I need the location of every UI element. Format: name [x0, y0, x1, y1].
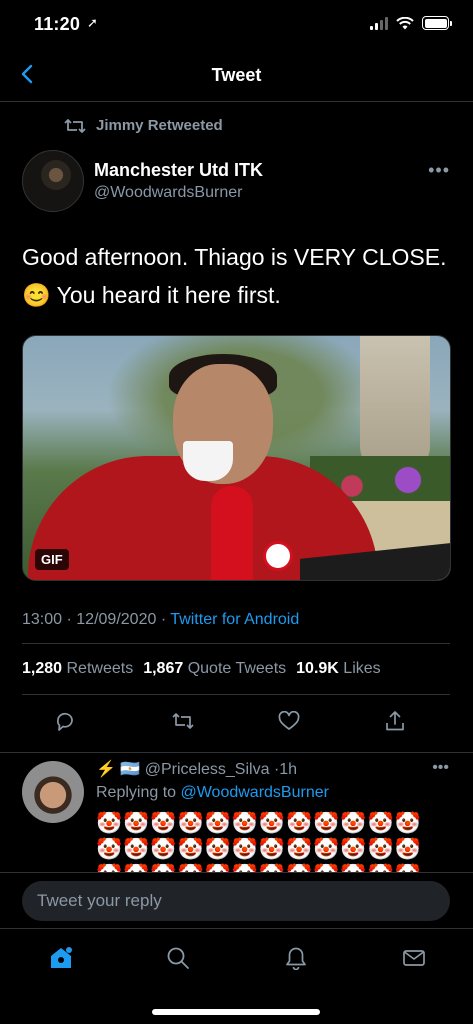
media-cup: [183, 441, 233, 481]
tweet-media-gif[interactable]: GIF: [22, 335, 451, 581]
likes-count: 10.9K: [296, 660, 339, 677]
reply-icon: [57, 712, 73, 731]
status-indicators: [370, 16, 452, 30]
tab-home[interactable]: [46, 943, 76, 973]
home-icon: [51, 947, 72, 968]
tweet-actions: [22, 706, 450, 736]
more-options-icon[interactable]: •••: [432, 759, 449, 777]
signal-icon: [370, 16, 388, 30]
page-title: Tweet: [211, 65, 262, 85]
lightning-icon: ⚡: [96, 761, 116, 778]
tweet-author: Manchester Utd ITK @WoodwardsBurner •••: [22, 150, 452, 214]
location-icon: ➚: [87, 15, 98, 30]
quotes-count: 1,867: [143, 660, 184, 677]
replying-to-handle[interactable]: @WoodwardsBurner: [181, 784, 329, 801]
author-handle[interactable]: @WoodwardsBurner: [94, 184, 242, 202]
author-name[interactable]: Manchester Utd ITK: [94, 160, 263, 181]
divider: [22, 643, 450, 644]
home-indicator: [152, 1009, 320, 1015]
tweet-text: Good afternoon. Thiago is VERY CLOSE. 😊 …: [22, 244, 447, 308]
author-avatar[interactable]: [22, 150, 84, 212]
reply-text: 🤡🤡🤡🤡🤡🤡🤡🤡🤡🤡🤡🤡🤡🤡🤡🤡🤡🤡🤡🤡🤡🤡🤡🤡🤡🤡🤡🤡🤡🤡🤡🤡🤡🤡🤡🤡🤡: [96, 812, 422, 872]
messages-icon: [403, 950, 425, 966]
retweeted-by-label: Jimmy Retweeted: [96, 117, 223, 134]
retweets-stat[interactable]: 1,280 Retweets: [22, 660, 133, 678]
tweet-stats: 1,280 Retweets 1,867 Quote Tweets 10.9K …: [22, 660, 381, 678]
search-icon: [167, 947, 189, 969]
tweet-source-link[interactable]: Twitter for Android: [170, 611, 299, 628]
quotes-stat[interactable]: 1,867 Quote Tweets: [143, 660, 286, 678]
reply-header: ⚡ 🇦🇷 @Priceless_Silva ·1h: [96, 759, 297, 779]
quotes-label: Quote Tweets: [187, 660, 287, 677]
flag-icon: 🇦🇷: [120, 761, 141, 778]
reply-handle[interactable]: @Priceless_Silva: [145, 761, 270, 778]
tab-messages[interactable]: [399, 943, 429, 973]
retweets-label: Retweets: [66, 660, 134, 677]
status-time: 11:20: [34, 14, 81, 34]
like-button[interactable]: [274, 706, 304, 736]
retweeted-by[interactable]: Jimmy Retweeted: [64, 117, 223, 134]
status-bar: 11:20 ➚: [0, 0, 473, 50]
nav-bar: Tweet: [0, 50, 473, 102]
tweet-time: 13:00: [22, 611, 63, 628]
media-crest: [263, 541, 293, 571]
tweet-meta: 13:00 · 12/09/2020 · Twitter for Android: [22, 611, 299, 629]
share-icon: [386, 711, 404, 731]
reply-tweet[interactable]: ⚡ 🇦🇷 @Priceless_Silva ·1h ••• Replying t…: [0, 752, 473, 872]
reply-avatar[interactable]: [22, 761, 84, 823]
gif-badge: GIF: [35, 549, 69, 570]
divider: [22, 694, 450, 695]
reply-button[interactable]: [50, 706, 80, 736]
replying-to-label: Replying to: [96, 784, 177, 801]
likes-label: Likes: [343, 660, 381, 677]
notifications-icon: [286, 947, 306, 970]
retweets-count: 1,280: [22, 660, 63, 677]
reply-composer: [0, 872, 473, 928]
tab-bar: [0, 928, 473, 1024]
media-building: [360, 336, 430, 476]
retweet-button[interactable]: [168, 706, 198, 736]
meta-separator: ·: [66, 611, 77, 628]
wifi-icon: [396, 16, 414, 29]
retweet-icon: [172, 713, 194, 729]
tab-search[interactable]: [163, 943, 193, 973]
retweet-icon: [64, 118, 86, 133]
battery-icon: [422, 16, 452, 30]
more-options-icon[interactable]: •••: [428, 160, 450, 181]
share-button[interactable]: [380, 706, 410, 736]
likes-stat[interactable]: 10.9K Likes: [296, 660, 381, 678]
reply-input[interactable]: [22, 881, 450, 921]
meta-separator: ·: [160, 611, 171, 628]
media-microphone: [211, 486, 253, 580]
tab-notifications[interactable]: [281, 943, 311, 973]
tweet-date: 12/09/2020: [76, 611, 157, 628]
heart-icon: [278, 711, 300, 730]
replying-to: Replying to @WoodwardsBurner: [96, 784, 329, 802]
reply-age: 1h: [279, 761, 298, 778]
